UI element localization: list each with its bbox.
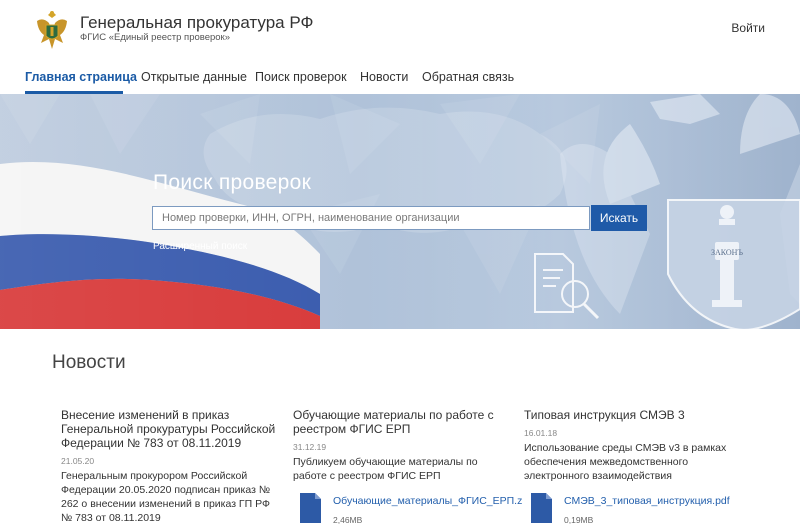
file-icon	[300, 493, 321, 523]
news-heading: Новости	[52, 352, 126, 373]
nav-item-inspection-search[interactable]: Поиск проверок	[255, 70, 347, 84]
nav-item-news[interactable]: Новости	[360, 70, 408, 84]
main-nav: Главная страница Открытые данные Поиск п…	[0, 60, 800, 94]
news-item-body: Генеральным прокурором Российской Федера…	[61, 470, 271, 524]
news-item: Внесение изменений в приказ Генеральной …	[61, 408, 281, 525]
org-subtitle: ФГИС «Единый реестр проверок»	[80, 32, 231, 43]
file-name-link[interactable]: СМЭВ_3_типовая_инструкция.pdf	[564, 493, 744, 507]
news-item-date: 31.12.19	[293, 442, 327, 452]
news-item-title[interactable]: Типовая инструкция СМЭВ 3	[524, 408, 744, 422]
file-icon	[531, 493, 552, 523]
prosecutor-emblem-icon[interactable]	[33, 9, 71, 53]
news-item-title[interactable]: Обучающие материалы по работе с реестром…	[293, 408, 513, 436]
search-button[interactable]: Искать	[591, 205, 647, 231]
nav-item-home[interactable]: Главная страница	[25, 70, 137, 84]
file-size: 0,19MB	[564, 515, 594, 525]
news-item-body: Использование среды СМЭВ v3 в рамках обе…	[524, 442, 727, 482]
news-item-title[interactable]: Внесение изменений в приказ Генеральной …	[61, 408, 281, 450]
search-title: Поиск проверок	[153, 171, 312, 194]
nav-item-open-data[interactable]: Открытые данные	[141, 70, 247, 84]
search-banner: ЗАКОНЪ Поиск проверок Искать Расширенный…	[0, 94, 800, 329]
advanced-search-link[interactable]: Расширенный поиск	[153, 241, 247, 252]
site-header: Генеральная прокуратура РФ ФГИС «Единый …	[0, 0, 800, 60]
file-attachment[interactable]: Обучающие_материалы_ФГИС_ЕРП.z 2,46MB	[293, 493, 522, 527]
news-item: Обучающие материалы по работе с реестром…	[293, 408, 522, 527]
file-name-link[interactable]: Обучающие_материалы_ФГИС_ЕРП.z	[333, 493, 522, 507]
news-item-date: 21.05.20	[61, 456, 95, 466]
news-item: Типовая инструкция СМЭВ 3 16.01.18 Испол…	[524, 408, 744, 527]
file-size: 2,46MB	[333, 515, 363, 525]
shield-text: ЗАКОНЪ	[711, 248, 743, 257]
news-item-date: 16.01.18	[524, 428, 558, 438]
nav-item-feedback[interactable]: Обратная связь	[422, 70, 514, 84]
file-attachment[interactable]: СМЭВ_3_типовая_инструкция.pdf 0,19MB	[524, 493, 744, 527]
login-link[interactable]: Войти	[731, 21, 765, 35]
org-title: Генеральная прокуратура РФ	[80, 13, 314, 32]
search-input[interactable]	[152, 206, 590, 230]
news-item-body: Публикуем обучающие материалы по работе …	[293, 456, 478, 482]
